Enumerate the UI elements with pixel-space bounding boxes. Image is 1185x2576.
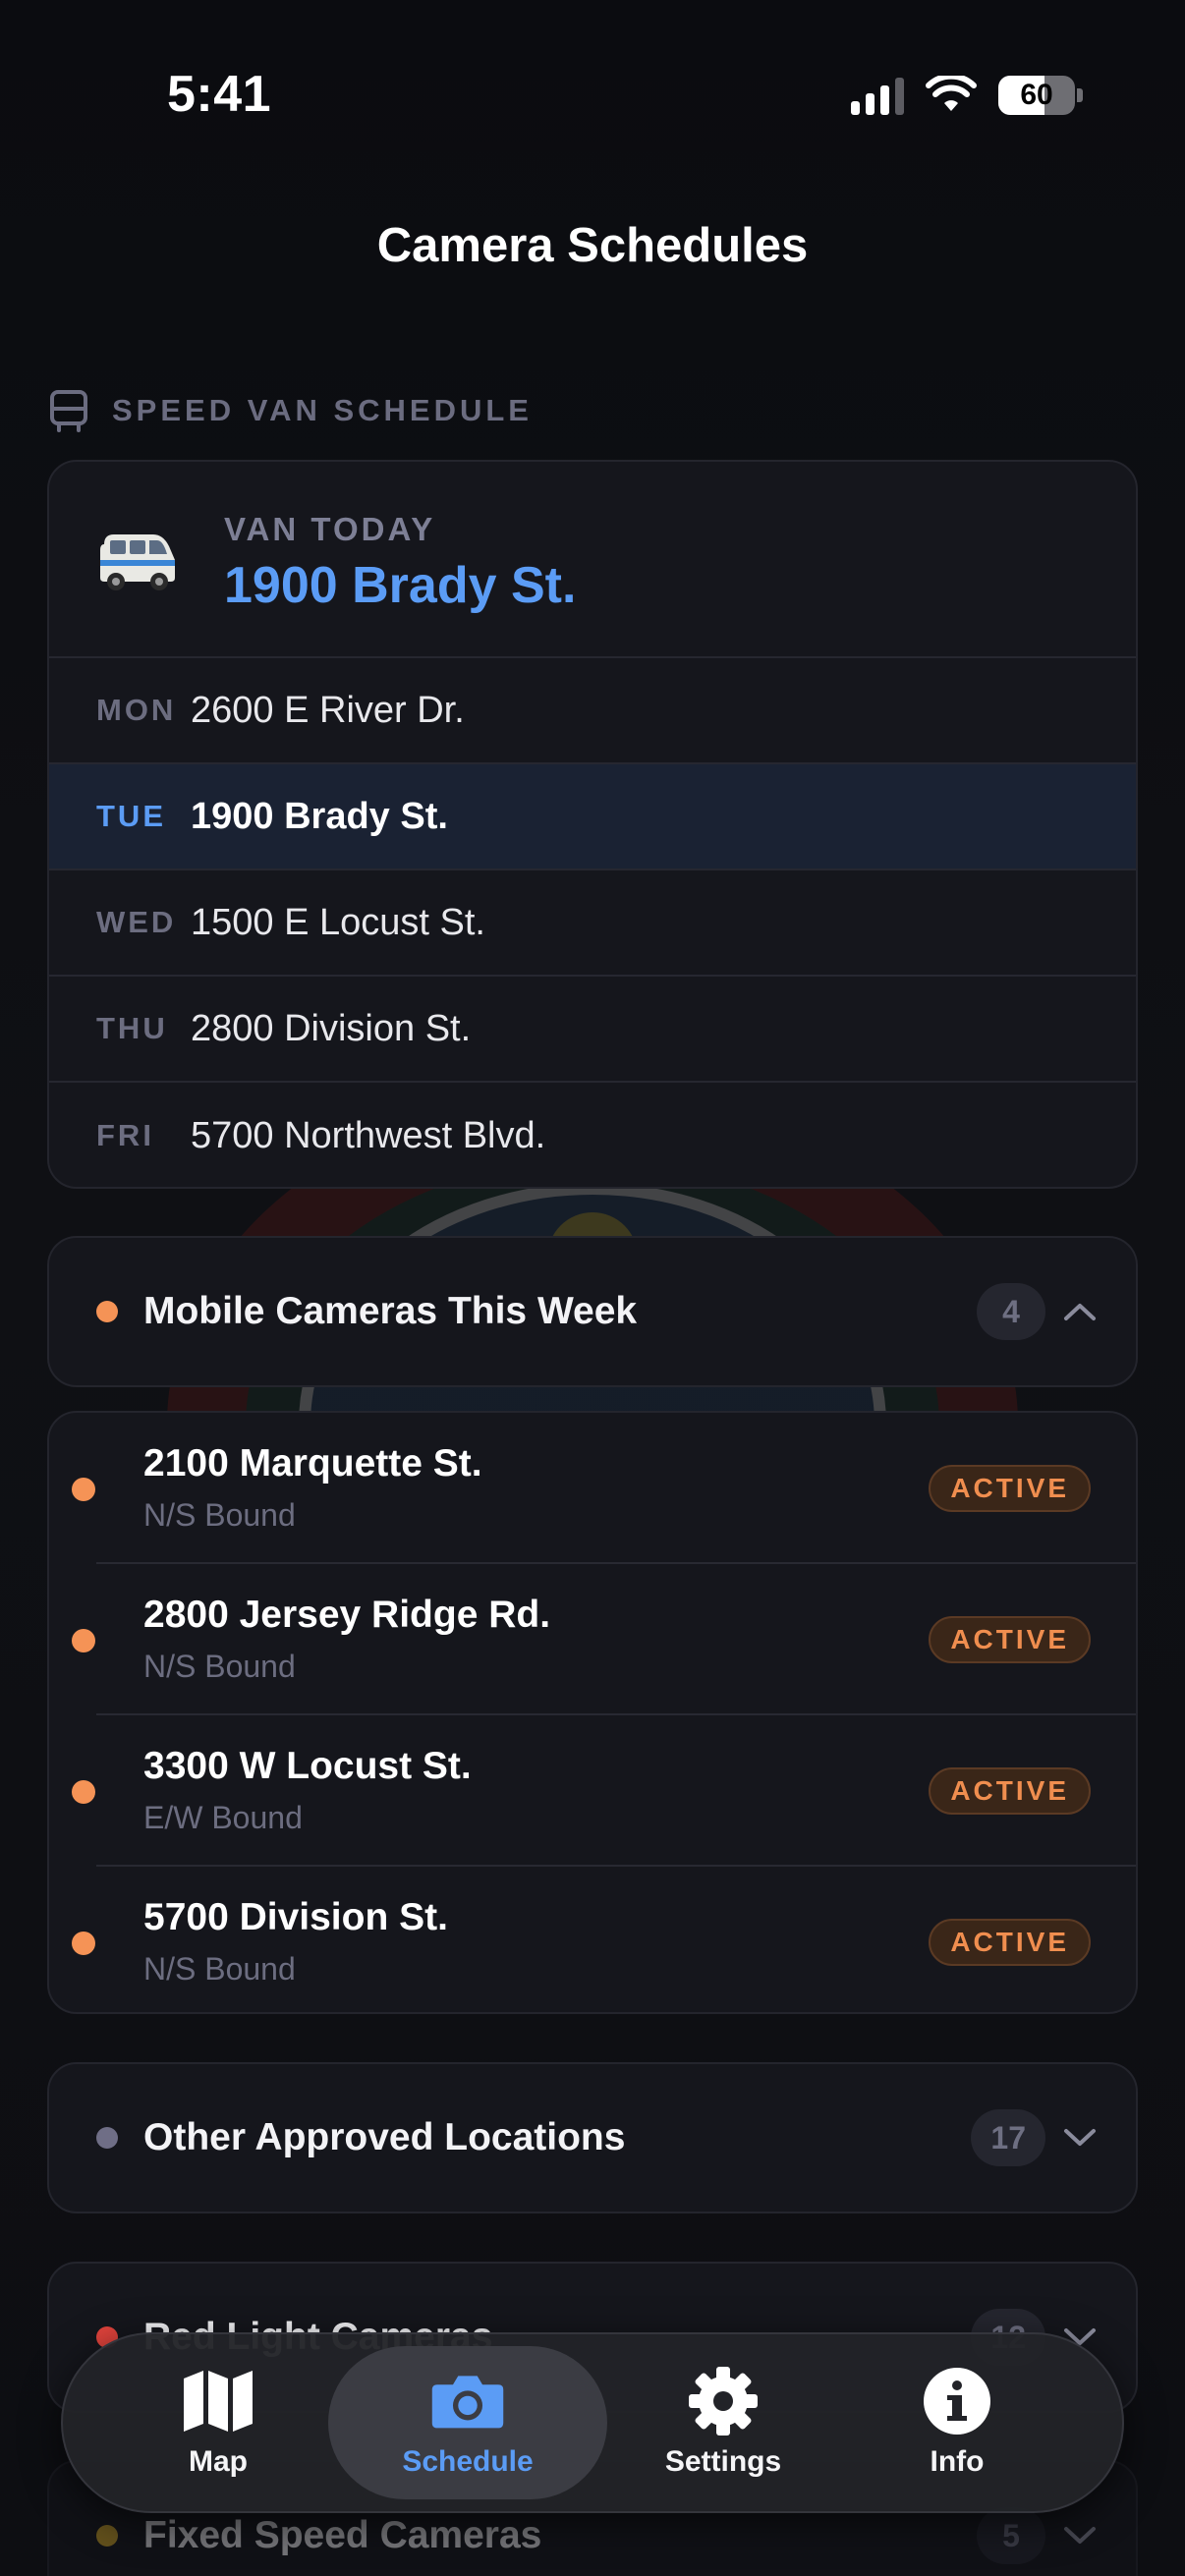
van-today-address: 1900 Brady St. [224,557,577,614]
schedule-address: 1500 E Locust St. [191,901,485,943]
schedule-row-wed: WED 1500 E Locust St. [49,870,1136,977]
fixed-speed-title: Fixed Speed Cameras [143,2514,542,2556]
status-time: 5:41 [167,66,272,123]
status-dot [96,2525,118,2547]
active-badge: ACTIVE [929,1767,1091,1815]
bus-icon [50,390,87,432]
mobile-cameras-list: 2100 Marquette St. N/S Bound ACTIVE 2800… [47,1411,1138,2014]
schedule-row-fri: FRI 5700 Northwest Blvd. [49,1083,1136,1187]
camera-row[interactable]: 3300 W Locust St. E/W Bound ACTIVE [49,1715,1136,1867]
camera-address: 2800 Jersey Ridge Rd. [143,1594,551,1636]
page-title: Camera Schedules [376,219,809,272]
camera-direction: E/W Bound [143,1800,303,1835]
chevron-up-icon[interactable] [1045,1283,1114,1340]
van-schedule-card: VAN TODAY 1900 Brady St. MON 2600 E Rive… [47,460,1138,1189]
tab-label: Schedule [402,2445,534,2478]
tab-settings[interactable]: Settings [621,2346,825,2499]
active-badge: ACTIVE [929,1616,1091,1663]
minibus-icon [100,534,175,590]
screen: 5:41 60 Camera Schedules SPEED VAN SCHED… [0,0,1185,2576]
schedule-day: WED [96,905,177,939]
battery-nub [1077,88,1083,102]
info-icon [920,2367,994,2436]
schedule-day: TUE [96,799,166,833]
tab-label: Info [930,2445,985,2478]
active-badge: ACTIVE [929,1919,1091,1966]
tab-bar: Map Schedule Settings Info [61,2332,1124,2513]
chevron-down-icon[interactable] [1045,2109,1114,2166]
status-dot [72,1932,95,1955]
schedule-address: 5700 Northwest Blvd. [191,1114,546,1156]
status-dot [96,2127,118,2149]
camera-address: 2100 Marquette St. [143,1442,482,1484]
schedule-day: MON [96,693,177,727]
status-icons: 60 [851,73,1083,118]
camera-direction: N/S Bound [143,1497,296,1533]
schedule-address: 2800 Division St. [191,1007,472,1049]
cellular-signal-icon [851,76,904,115]
status-dot [72,1478,95,1501]
mobile-cameras-title: Mobile Cameras This Week [143,1290,638,1332]
van-today-label: VAN TODAY [224,511,436,547]
tab-label: Map [189,2445,248,2478]
wifi-icon [926,76,977,111]
camera-row[interactable]: 2800 Jersey Ridge Rd. N/S Bound ACTIVE [49,1564,1136,1715]
tab-map[interactable]: Map [122,2346,314,2499]
schedule-address: 1900 Brady St. [191,795,448,837]
other-locations-toggle[interactable]: Other Approved Locations 17 [47,2062,1138,2213]
camera-icon [430,2367,505,2436]
status-dot [72,1629,95,1652]
van-today-panel: VAN TODAY 1900 Brady St. [49,462,1136,658]
map-icon [181,2367,255,2436]
gear-icon [686,2367,761,2436]
status-bar: 5:41 60 [0,0,1185,147]
tab-schedule[interactable]: Schedule [328,2346,607,2499]
schedule-address: 2600 E River Dr. [191,689,465,731]
camera-address: 3300 W Locust St. [143,1745,472,1787]
tab-label: Settings [664,2445,782,2478]
schedule-row-thu: THU 2800 Division St. [49,977,1136,1083]
schedule-day: THU [96,1011,168,1045]
active-badge: ACTIVE [929,1465,1091,1512]
battery-percent: 60 [1020,79,1053,111]
status-dot [96,1301,118,1322]
count-badge: 4 [977,1283,1045,1340]
status-dot [72,1780,95,1804]
other-locations-title: Other Approved Locations [143,2116,626,2158]
schedule-row-mon: MON 2600 E River Dr. [49,658,1136,764]
camera-direction: N/S Bound [143,1951,296,1987]
mobile-cameras-toggle[interactable]: Mobile Cameras This Week 4 [47,1236,1138,1387]
battery-icon: 60 [998,76,1075,115]
camera-direction: N/S Bound [143,1649,296,1684]
count-badge: 5 [977,2507,1045,2564]
speed-van-section-label: SPEED VAN SCHEDULE [112,393,533,427]
speed-van-section-header: SPEED VAN SCHEDULE [49,389,533,432]
count-badge: 17 [971,2109,1045,2166]
schedule-row-tue: TUE 1900 Brady St. [49,764,1136,870]
schedule-day: FRI [96,1118,154,1152]
camera-address: 5700 Division St. [143,1896,448,1938]
tab-info[interactable]: Info [869,2346,1045,2499]
camera-row[interactable]: 2100 Marquette St. N/S Bound ACTIVE [49,1413,1136,1564]
camera-row[interactable]: 5700 Division St. N/S Bound ACTIVE [49,1867,1136,2012]
chevron-down-icon[interactable] [1045,2507,1114,2564]
